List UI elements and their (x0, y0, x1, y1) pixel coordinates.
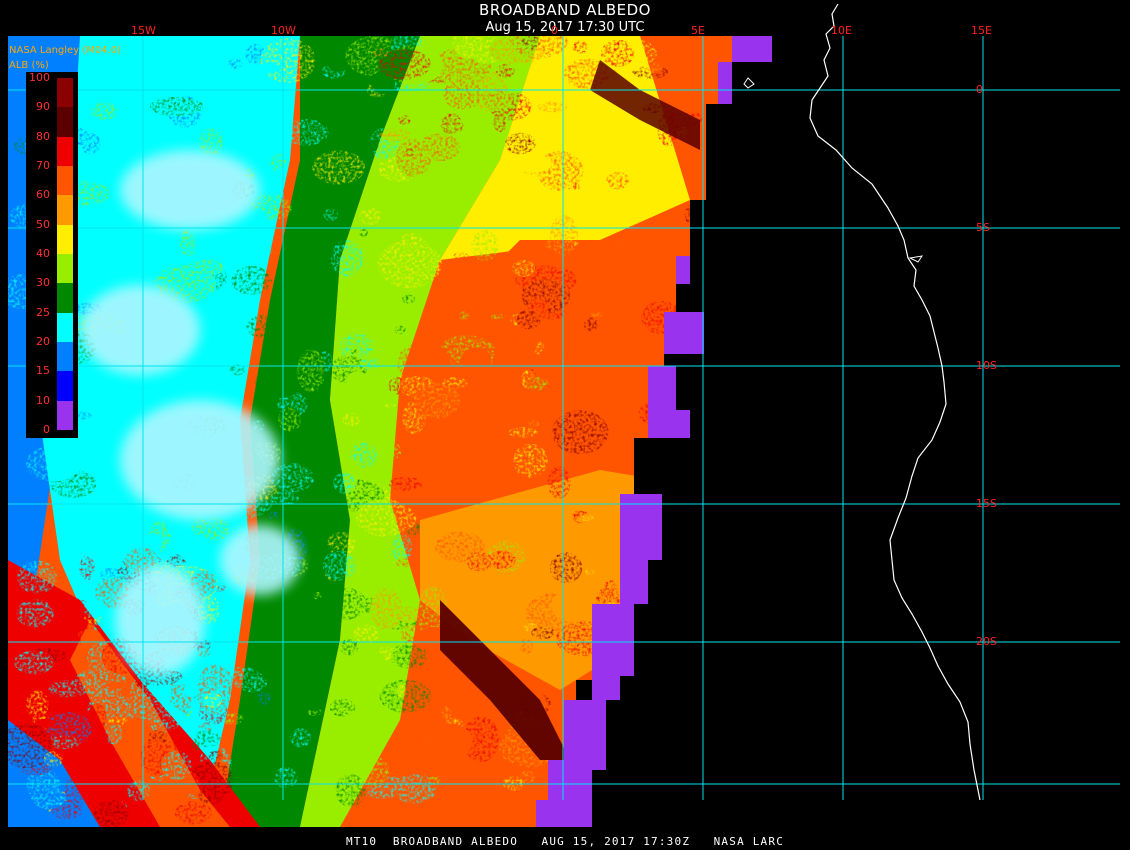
legend-tick-label: 10 (36, 393, 50, 407)
legend-tick-label: 60 (36, 188, 50, 202)
legend-tick-label: 90 (36, 100, 50, 114)
map-title: BROADBAND ALBEDO (479, 1, 651, 19)
footer-caption: MT10 BROADBAND ALBEDO AUG 15, 2017 17:30… (345, 835, 785, 848)
latitude-label: 15S (976, 497, 997, 510)
legend-tick-label: 30 (36, 276, 50, 290)
legend-tick-label: 0 (43, 423, 50, 436)
legend-swatch (57, 136, 73, 166)
source-label: NASA Langley (M04.0) (9, 45, 121, 56)
legend-tick-label: 40 (36, 247, 50, 260)
longitude-label: 15E (971, 24, 992, 37)
legend-tick-label: 50 (36, 217, 50, 231)
albedo-map: NASA Langley (M04.0) 100 90 80 70 60 50 40 30 25… (0, 0, 1130, 850)
legend-tick-label: 70 (36, 159, 50, 172)
legend-swatch (57, 283, 73, 313)
legend-tick-label: 80 (36, 129, 50, 143)
legend-swatch (57, 254, 73, 284)
legend-tick-label: 20 (36, 335, 50, 348)
legend-swatch (57, 224, 73, 254)
longitude-label: 10E (831, 24, 852, 37)
latitude-label: 0 (976, 83, 983, 96)
legend-swatch (57, 371, 73, 401)
longitude-label: 15W (131, 24, 156, 37)
legend-swatch (57, 195, 73, 225)
map-timestamp: Aug 15, 2017 17:30 UTC (485, 20, 645, 35)
longitude-label: 0 (551, 24, 558, 37)
latitude-label: 20S (976, 635, 997, 648)
latitude-label: 10S (976, 359, 997, 372)
legend-title: ALB (%) (9, 60, 49, 71)
legend-tick-label: 25 (36, 305, 50, 319)
legend-swatch (57, 166, 73, 196)
legend-swatch (57, 107, 73, 137)
coastline (809, 3, 981, 801)
legend-swatch (57, 400, 73, 430)
longitude-label: 5E (691, 24, 705, 37)
legend-swatch (57, 342, 73, 372)
latitude-label: 5S (976, 221, 990, 234)
map-canvas (8, 3, 1120, 827)
color-legend: 100 90 80 70 60 50 40 30 25 20 15 10 0 (26, 71, 78, 438)
legend-tick-label: 100 (29, 71, 50, 84)
legend-swatch (57, 312, 73, 342)
longitude-label: 10W (271, 24, 296, 37)
legend-swatch (57, 78, 73, 108)
legend-tick-label: 15 (36, 364, 50, 378)
